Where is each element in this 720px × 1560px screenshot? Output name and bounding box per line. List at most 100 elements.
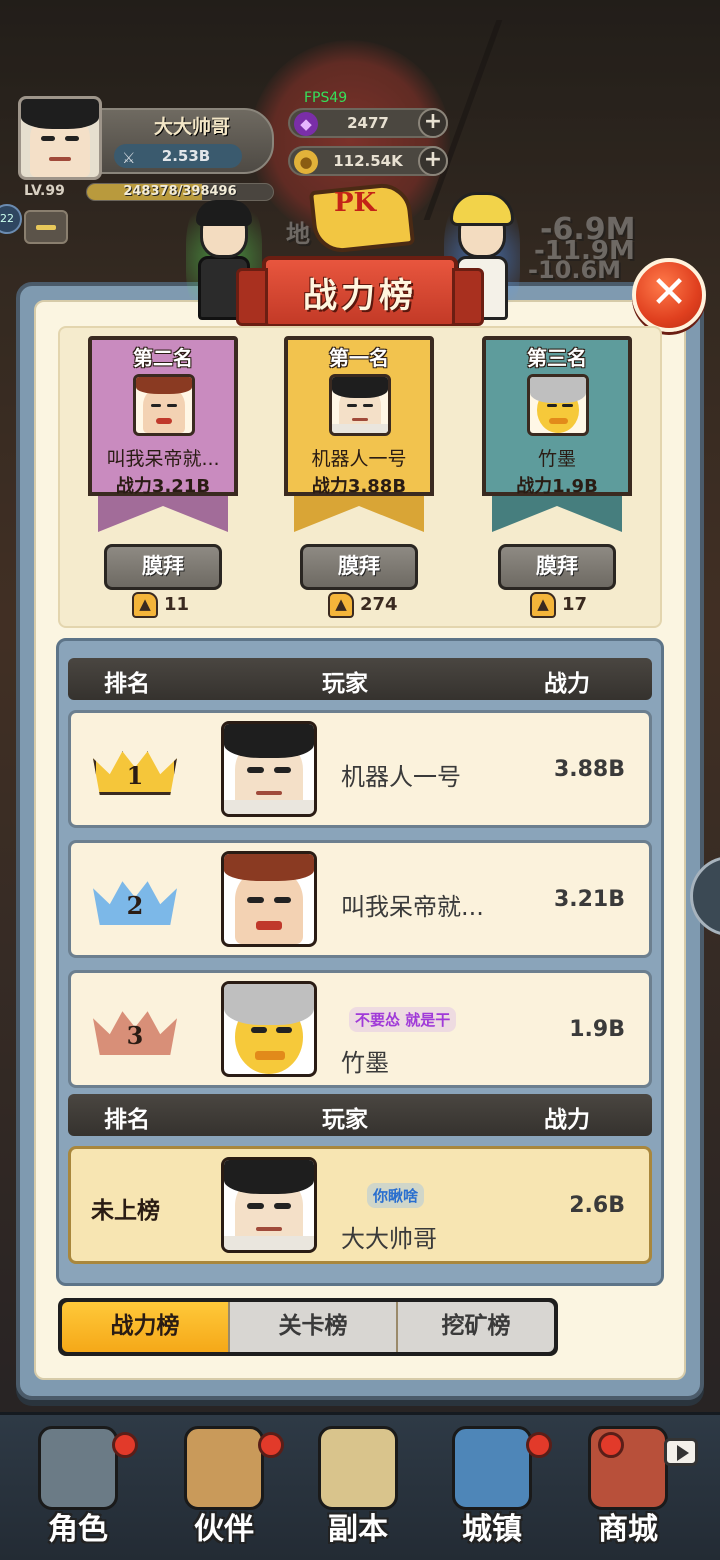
header-player: 玩家 xyxy=(322,671,368,697)
close-button[interactable]: ✕ xyxy=(632,258,706,332)
like-count-value: 274 xyxy=(360,594,398,615)
dungeon-scroll-icon xyxy=(318,1426,398,1510)
podium-first: 第一名 机器人一号 战力3.88B xyxy=(284,336,434,538)
player-title-badge: 不要怂 就是干 xyxy=(349,1007,457,1032)
player-name: 大大帅哥 xyxy=(153,116,230,138)
coin-value: 112.54K xyxy=(333,152,403,170)
podium-third: 第三名 竹墨 战力1.9B xyxy=(482,336,632,538)
nav-character[interactable]: 角色 xyxy=(18,1418,138,1558)
podium-player-power: 战力3.88B xyxy=(311,476,407,497)
player-avatar[interactable] xyxy=(18,96,102,180)
partner-icon xyxy=(184,1426,264,1510)
add-gems-button[interactable]: + xyxy=(418,108,448,138)
ranking-row[interactable]: 1 机器人一号 3.88B xyxy=(68,710,652,828)
thumbs-up-icon: ▲ xyxy=(132,592,158,618)
nav-label: 城镇 xyxy=(462,1512,522,1547)
podium-player-name: 叫我呆帝就... xyxy=(106,448,220,470)
like-count-second: ▲ 11 xyxy=(132,592,232,618)
player-avatar[interactable] xyxy=(527,374,589,436)
podium-player-power: 战力3.21B xyxy=(115,476,211,497)
player-level: LV.99 xyxy=(24,183,65,199)
my-rank-header: 排名 玩家 战力 xyxy=(68,1094,652,1136)
tab-power[interactable]: 战力榜 xyxy=(62,1302,230,1352)
like-count-value: 11 xyxy=(164,594,190,615)
podium-banner-tail xyxy=(98,492,228,532)
header-rank: 排名 xyxy=(104,671,150,697)
nav-label: 副本 xyxy=(328,1512,388,1547)
player-avatar[interactable] xyxy=(221,851,317,947)
my-rank-row[interactable]: 未上榜 你瞅啥 大大帅哥 2.6B xyxy=(68,1146,652,1264)
player-avatar[interactable] xyxy=(221,721,317,817)
tab-mining[interactable]: 挖矿榜 xyxy=(398,1302,554,1352)
gem-icon: ◆ xyxy=(294,112,318,136)
coin-icon: ● xyxy=(294,150,318,174)
rank-number: 3 xyxy=(126,1021,144,1050)
thumbs-up-icon: ▲ xyxy=(530,592,556,618)
nav-dungeon[interactable]: 副本 xyxy=(298,1418,418,1558)
player-power: 3.21B xyxy=(553,887,625,912)
player-name: 大大帅哥 xyxy=(341,1225,437,1253)
podium-rank-label: 第一名 xyxy=(329,346,389,370)
player-power: 3.88B xyxy=(553,757,625,782)
town-icon xyxy=(452,1426,532,1510)
coin-counter: ● 112.54K + xyxy=(288,146,448,176)
video-ad-icon[interactable] xyxy=(664,1438,698,1466)
header-power: 战力 xyxy=(544,1107,590,1133)
sword-icon: ⚔ xyxy=(122,149,136,167)
ranking-row[interactable]: 2 叫我呆帝就... 3.21B xyxy=(68,840,652,958)
nav-label: 商城 xyxy=(598,1512,658,1547)
nav-label: 角色 xyxy=(48,1512,108,1547)
my-rank-label: 未上榜 xyxy=(91,1197,160,1224)
podium-rank-label: 第三名 xyxy=(527,346,587,370)
ranking-list-header: 排名 玩家 战力 xyxy=(68,658,652,700)
like-count-value: 17 xyxy=(562,594,588,615)
player-power: 2.6B xyxy=(569,1193,625,1218)
notification-dot xyxy=(526,1432,552,1458)
player-name: 竹墨 xyxy=(341,1049,389,1077)
fps-counter: FPS49 xyxy=(304,90,348,106)
player-title-badge: 你瞅啥 xyxy=(367,1183,425,1208)
player-power: 1.9B xyxy=(569,1017,625,1042)
player-power-pill: ⚔ 2.53B xyxy=(114,144,242,168)
add-coins-button[interactable]: + xyxy=(418,146,448,176)
podium-banner-tail xyxy=(492,492,622,532)
like-count-third: ▲ 17 xyxy=(530,592,630,618)
gem-counter: ◆ 2477 + xyxy=(288,108,448,138)
tab-stage[interactable]: 关卡榜 xyxy=(230,1302,398,1352)
worship-button-first[interactable]: 膜拜 xyxy=(300,544,418,590)
podium-rank-label: 第二名 xyxy=(133,346,193,370)
character-icon xyxy=(38,1426,118,1510)
player-avatar[interactable] xyxy=(133,374,195,436)
like-count-first: ▲ 274 xyxy=(328,592,428,618)
gem-value: 2477 xyxy=(347,114,389,132)
worship-button-second[interactable]: 膜拜 xyxy=(104,544,222,590)
player-power-value: 2.53B xyxy=(161,147,211,165)
worship-button-third[interactable]: 膜拜 xyxy=(498,544,616,590)
player-avatar[interactable] xyxy=(221,1157,317,1253)
nav-town[interactable]: 城镇 xyxy=(432,1418,552,1558)
rank-number: 1 xyxy=(126,761,144,790)
gold-crown-icon: 1 xyxy=(93,749,177,795)
podium-player-name: 机器人一号 xyxy=(311,448,407,470)
podium-player-power: 战力1.9B xyxy=(516,476,598,497)
rank-number: 2 xyxy=(126,891,144,920)
player-avatar[interactable] xyxy=(329,374,391,436)
nav-partner[interactable]: 伙伴 xyxy=(164,1418,284,1558)
side-menu-button[interactable] xyxy=(24,210,68,244)
player-name: 叫我呆帝就... xyxy=(341,893,484,921)
silver-crown-icon: 2 xyxy=(93,879,177,925)
player-avatar[interactable] xyxy=(221,981,317,1077)
podium-player-name: 竹墨 xyxy=(537,448,576,470)
thumbs-up-icon: ▲ xyxy=(328,592,354,618)
panel-title: 战力榜 xyxy=(303,276,417,316)
notification-dot xyxy=(112,1432,138,1458)
podium-second: 第二名 叫我呆帝就... 战力3.21B xyxy=(88,336,238,538)
notification-dot xyxy=(598,1432,624,1458)
player-name: 机器人一号 xyxy=(341,763,461,791)
ranking-row[interactable]: 3 不要怂 就是干 竹墨 1.9B xyxy=(68,970,652,1088)
header-power: 战力 xyxy=(544,671,590,697)
header-rank: 排名 xyxy=(104,1107,150,1133)
bronze-crown-icon: 3 xyxy=(93,1009,177,1055)
notification-dot xyxy=(258,1432,284,1458)
header-player: 玩家 xyxy=(322,1107,368,1133)
